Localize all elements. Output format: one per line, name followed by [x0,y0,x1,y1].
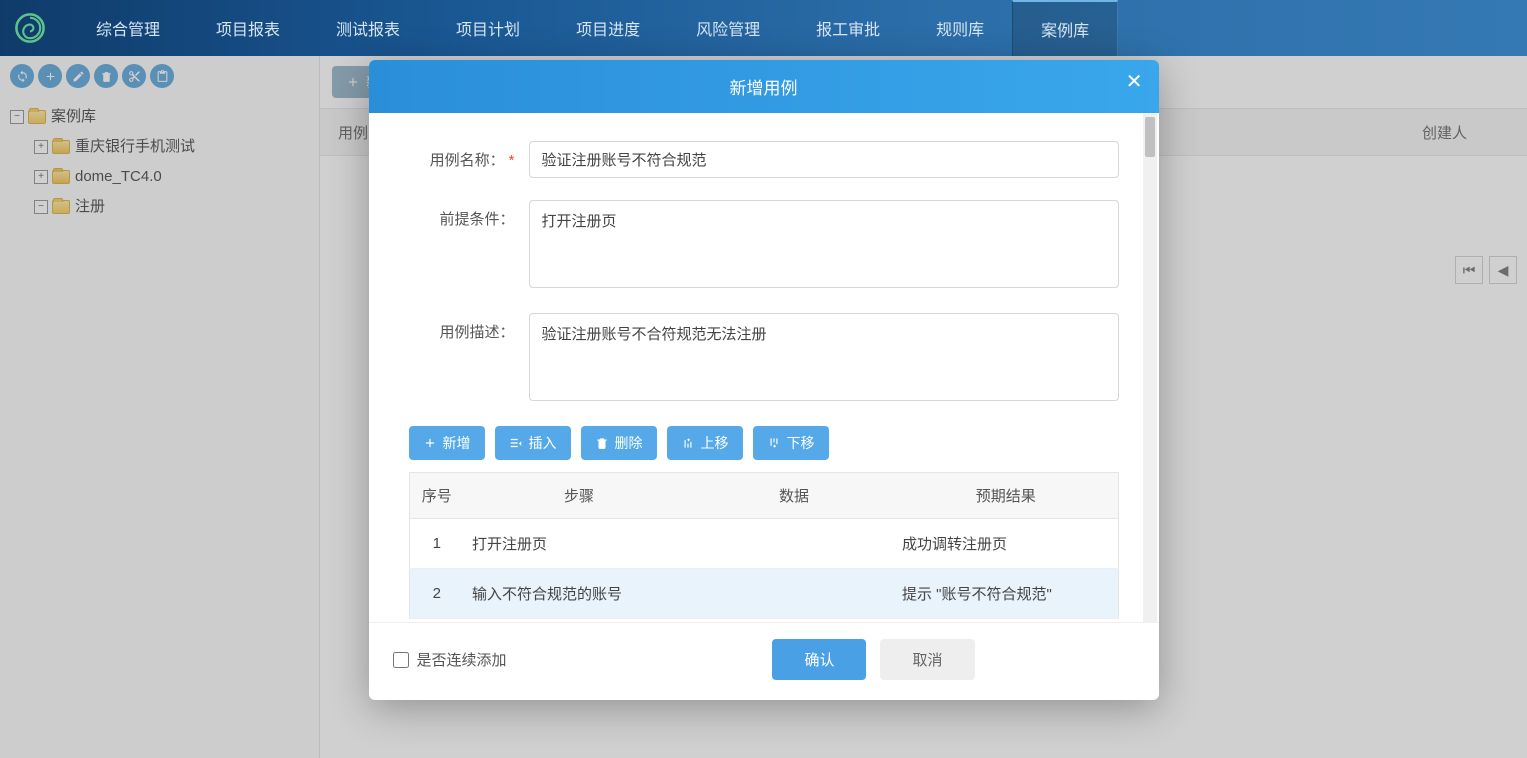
nav-item-risk[interactable]: 风险管理 [668,0,788,56]
step-delete-button[interactable]: 删除 [581,426,657,460]
name-label: 用例名称：* [409,141,529,178]
form-row-precond: 前提条件： 打开注册页 [409,200,1119,291]
precond-input[interactable]: 打开注册页 [529,200,1119,288]
insert-icon [509,436,523,450]
form-row-desc: 用例描述： 验证注册账号不合符规范无法注册 [409,313,1119,404]
step-add-button[interactable]: 新增 [409,426,485,460]
cell-expect: 提示 "账号不符合规范" [894,569,1118,619]
trash-icon [595,436,609,450]
modal-header: 新增用例 ✕ [369,60,1159,113]
table-row[interactable]: 1 打开注册页 成功调转注册页 [409,519,1118,569]
modal-title: 新增用例 [730,74,798,99]
step-col-expect: 预期结果 [894,473,1118,519]
table-row[interactable]: 2 输入不符合规范的账号 提示 "账号不符合规范" [409,569,1118,619]
logo [12,10,48,46]
nav-item-comprehensive[interactable]: 综合管理 [68,0,188,56]
cell-step: 打开注册页 [464,519,694,569]
modal: 新增用例 ✕ 用例名称：* 前提条件： 打开注册页 用例描述： [369,60,1159,700]
arrow-down-icon [767,436,781,450]
nav-item-work-approve[interactable]: 报工审批 [788,0,908,56]
step-delete-label: 删除 [615,433,643,453]
arrow-up-icon [681,436,695,450]
step-add-label: 新增 [443,433,471,453]
step-col-num: 序号 [409,473,464,519]
desc-label: 用例描述： [409,313,529,404]
cell-data [694,519,894,569]
step-col-step: 步骤 [464,473,694,519]
step-toolbar: 新增 插入 删除 上移 下移 [409,426,1119,460]
step-insert-label: 插入 [529,433,557,453]
nav-item-test-report[interactable]: 测试报表 [308,0,428,56]
nav-items: 综合管理 项目报表 测试报表 项目计划 项目进度 风险管理 报工审批 规则库 案… [68,0,1118,56]
modal-footer: 是否连续添加 确认 取消 [369,622,1159,700]
cell-num: 1 [409,519,464,569]
top-nav: 综合管理 项目报表 测试报表 项目计划 项目进度 风险管理 报工审批 规则库 案… [0,0,1527,56]
scroll-thumb[interactable] [1145,117,1155,157]
cell-data [694,569,894,619]
cell-step: 输入不符合规范的账号 [464,569,694,619]
form-row-name: 用例名称：* [409,141,1119,178]
nav-item-cases[interactable]: 案例库 [1012,0,1118,56]
step-movedown-label: 下移 [787,433,815,453]
continuous-checkbox-wrap[interactable]: 是否连续添加 [393,649,507,670]
required-icon: * [509,152,515,169]
modal-body: 用例名称：* 前提条件： 打开注册页 用例描述： 验证注册账号不合符规范无法注册 [369,113,1159,622]
plus-icon [423,436,437,450]
confirm-button[interactable]: 确认 [772,639,866,680]
cell-expect: 成功调转注册页 [894,519,1118,569]
step-insert-button[interactable]: 插入 [495,426,571,460]
step-col-data: 数据 [694,473,894,519]
nav-item-project-report[interactable]: 项目报表 [188,0,308,56]
nav-item-rules[interactable]: 规则库 [908,0,1012,56]
cell-num: 2 [409,569,464,619]
step-table: 序号 步骤 数据 预期结果 1 打开注册页 成功调转注册页 2 [409,472,1119,619]
step-moveup-button[interactable]: 上移 [667,426,743,460]
step-movedown-button[interactable]: 下移 [753,426,829,460]
name-input[interactable] [529,141,1119,178]
cancel-button[interactable]: 取消 [880,639,974,680]
desc-input[interactable]: 验证注册账号不合符规范无法注册 [529,313,1119,401]
close-icon[interactable]: ✕ [1126,72,1143,92]
step-moveup-label: 上移 [701,433,729,453]
precond-label: 前提条件： [409,200,529,291]
continuous-checkbox[interactable] [393,652,409,668]
nav-item-project-progress[interactable]: 项目进度 [548,0,668,56]
nav-item-project-plan[interactable]: 项目计划 [428,0,548,56]
scrollbar[interactable] [1143,113,1157,622]
modal-overlay: 新增用例 ✕ 用例名称：* 前提条件： 打开注册页 用例描述： [0,56,1527,758]
continuous-label: 是否连续添加 [417,649,507,670]
